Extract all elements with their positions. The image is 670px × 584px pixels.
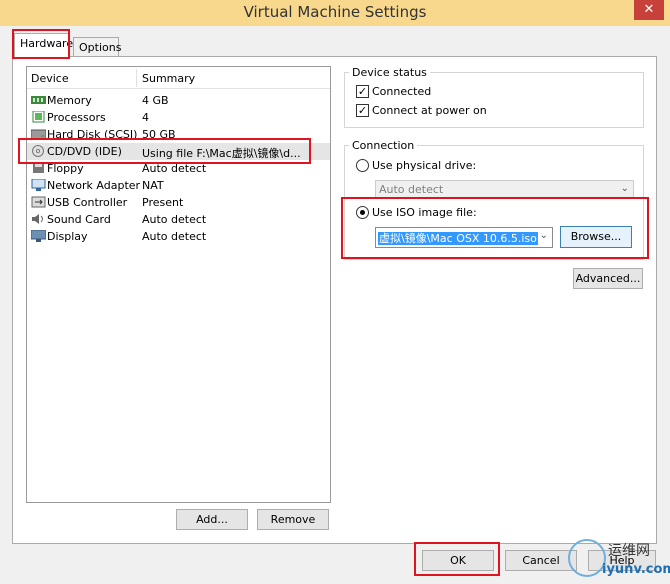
device-status-label: Device status (349, 66, 430, 79)
device-name: Display (47, 230, 88, 243)
highlight-cd-dvd-row (18, 138, 311, 164)
device-status-group (344, 72, 644, 128)
connection-label: Connection (349, 139, 418, 152)
device-summary: NAT (142, 179, 164, 192)
list-item-network-adapter[interactable]: Network Adapter NAT (27, 177, 330, 194)
device-name: USB Controller (47, 196, 128, 209)
tab-options[interactable]: Options (73, 37, 121, 57)
physical-drive-label[interactable]: Use physical drive: (372, 159, 476, 172)
title-bar: Virtual Machine Settings ✕ (0, 0, 670, 26)
watermark-logo-icon (568, 539, 606, 577)
physical-drive-value: Auto detect (379, 183, 444, 196)
usb-icon (31, 196, 46, 208)
memory-icon (31, 96, 46, 104)
connect-at-power-on-label[interactable]: Connect at power on (372, 104, 487, 117)
device-name: Processors (47, 111, 106, 124)
window-title: Virtual Machine Settings (243, 3, 427, 21)
watermark-text: 运维网 (608, 543, 650, 559)
column-header-device[interactable]: Device (31, 72, 69, 85)
device-summary: Auto detect (142, 213, 207, 226)
connected-label[interactable]: Connected (372, 85, 431, 98)
list-item-sound-card[interactable]: Sound Card Auto detect (27, 211, 330, 228)
highlight-iso-section (341, 197, 649, 259)
watermark: 运维网 iyunv.com (566, 538, 670, 584)
device-summary: 4 GB (142, 94, 169, 107)
column-separator[interactable] (136, 69, 137, 87)
processor-icon (32, 111, 45, 123)
list-item-memory[interactable]: Memory 4 GB (27, 92, 330, 109)
display-icon (31, 230, 46, 242)
network-icon (31, 179, 46, 191)
sound-icon (32, 214, 43, 224)
list-item-processors[interactable]: Processors 4 (27, 109, 330, 126)
highlight-ok-button (414, 542, 500, 576)
watermark-url: iyunv.com (602, 562, 670, 577)
device-list[interactable]: Device Summary Memory 4 GB Processors 4 … (26, 66, 331, 503)
connect-at-power-on-checkbox[interactable]: ✓ (356, 104, 369, 117)
add-button[interactable]: Add... (176, 509, 248, 530)
column-header-summary[interactable]: Summary (142, 72, 195, 85)
device-name: Network Adapter (47, 179, 141, 192)
list-item-usb-controller[interactable]: USB Controller Present (27, 194, 330, 211)
physical-drive-radio[interactable] (356, 159, 369, 172)
list-header: Device Summary (27, 67, 330, 89)
list-item-display[interactable]: Display Auto detect (27, 228, 330, 245)
device-summary: Present (142, 196, 184, 209)
highlight-hardware-tab (12, 29, 70, 59)
close-button[interactable]: ✕ (634, 0, 664, 20)
connected-checkbox[interactable]: ✓ (356, 85, 369, 98)
device-summary: 4 (142, 111, 149, 124)
remove-button[interactable]: Remove (257, 509, 329, 530)
device-summary: Auto detect (142, 230, 207, 243)
device-name: Sound Card (47, 213, 111, 226)
device-name: Memory (47, 94, 92, 107)
advanced-button[interactable]: Advanced... (573, 268, 643, 289)
chevron-down-icon: ⌄ (620, 183, 629, 194)
